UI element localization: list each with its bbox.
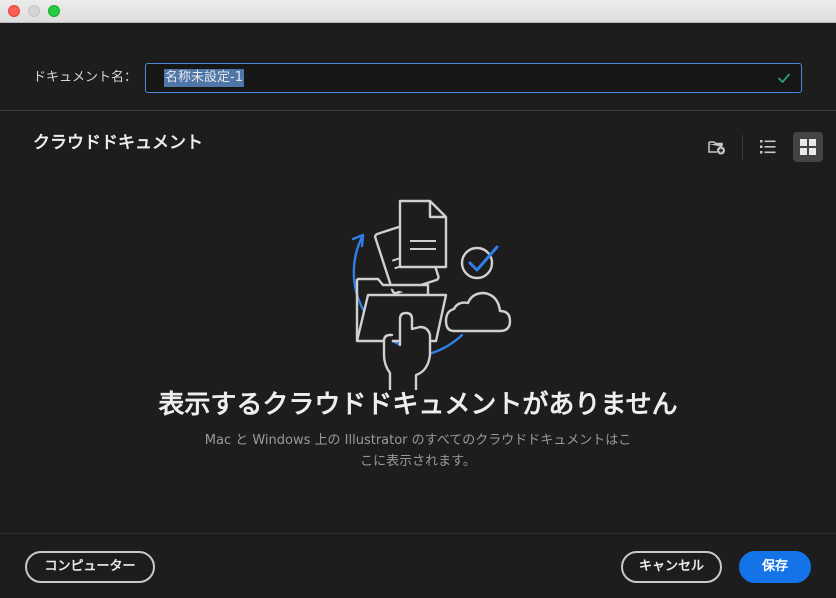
dialog-footer: コンピューター キャンセル 保存 (0, 533, 836, 598)
close-window-button[interactable] (8, 5, 20, 17)
list-view-icon (760, 140, 776, 154)
grid-view-button[interactable] (793, 132, 823, 162)
cancel-button[interactable]: キャンセル (621, 551, 722, 583)
new-folder-button[interactable] (701, 132, 731, 162)
save-button[interactable]: 保存 (739, 551, 811, 583)
title-bar (0, 0, 836, 23)
empty-state-description: Mac と Windows 上の Illustrator のすべてのクラウドドキ… (200, 430, 636, 472)
document-name-label: ドキュメント名： (33, 70, 138, 85)
empty-state-title: 表示するクラウドドキュメントがありません (158, 390, 678, 420)
computer-button[interactable]: コンピューター (25, 551, 155, 583)
view-toolbar (0, 132, 836, 162)
minimize-window-button[interactable] (28, 5, 40, 17)
document-name-value[interactable]: 名称未設定-1 (164, 69, 244, 87)
maximize-window-button[interactable] (48, 5, 60, 17)
document-name-input[interactable]: 名称未設定-1 (145, 63, 802, 93)
grid-view-icon (800, 139, 816, 155)
toolbar-divider (742, 135, 743, 160)
empty-state-description-line1: Mac と Windows 上の Illustrator のすべてのクラウドドキ… (204, 433, 632, 448)
save-dialog-window: ドキュメント名： 名称未設定-1 クラウドドキュメント 表示するクラウドドキュメ… (0, 0, 836, 598)
list-view-button[interactable] (753, 132, 783, 162)
cloud-documents-illustration (351, 199, 512, 390)
empty-state-description-line2: こに表示されます。 (360, 454, 476, 469)
checkmark-icon (778, 73, 790, 83)
document-name-row: ドキュメント名： 名称未設定-1 (0, 23, 836, 111)
folder-add-icon (708, 141, 725, 155)
